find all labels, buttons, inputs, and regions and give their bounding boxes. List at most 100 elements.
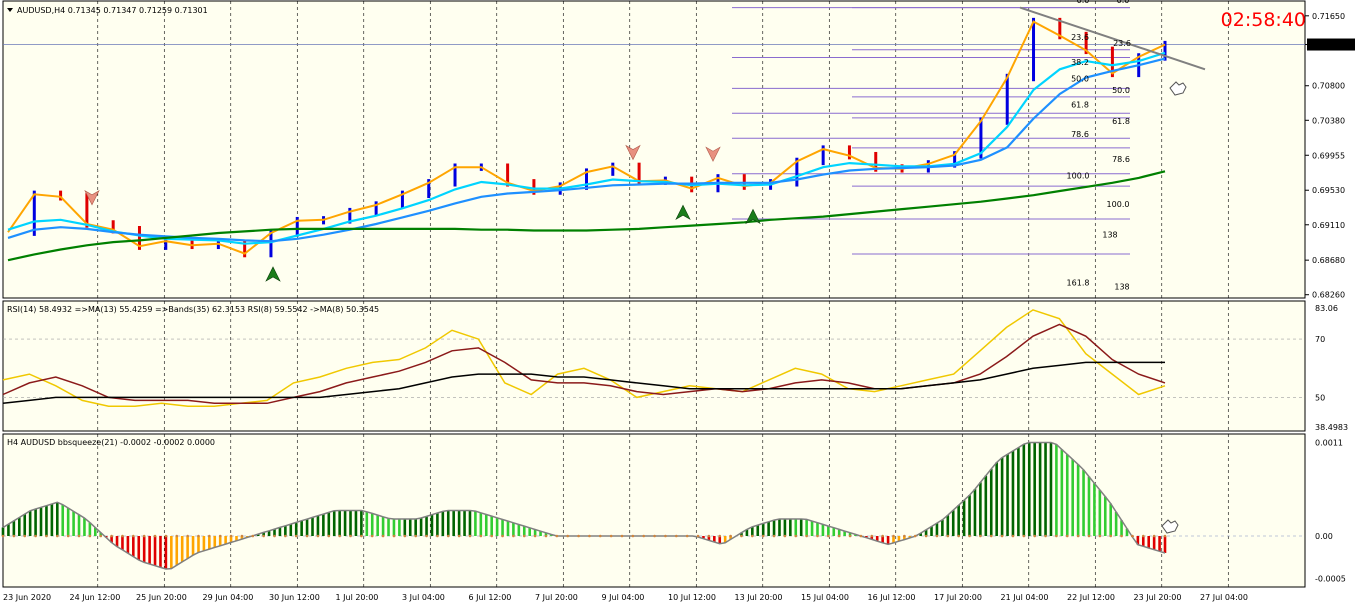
squeeze-dot: [837, 534, 841, 538]
squeeze-dot: [827, 534, 830, 538]
time-axis-label: 30 Jun 12:00: [269, 593, 320, 602]
y-tick-label: 0.69110: [1312, 221, 1345, 230]
squeeze-dot: [164, 534, 168, 538]
time-axis-label: 29 Jun 04:00: [203, 593, 254, 602]
rsi-tick-label: 83.06: [1315, 304, 1338, 313]
panel-2-frame: [2, 300, 1306, 432]
time-axis-label: 3 Jul 04:00: [402, 593, 445, 602]
time-axis-label: 7 Jul 20:00: [535, 593, 578, 602]
y-tick-label: 0.69955: [1312, 151, 1345, 160]
y-tick-label: 0.70380: [1312, 116, 1345, 125]
squeeze-dot: [436, 534, 439, 538]
fib-level-label: 0.0: [1117, 0, 1130, 5]
squeeze-dot: [12, 534, 16, 538]
symbol-info-text: AUDUSD,H4 0.71345 0.71347 0.71259 0.7130…: [17, 6, 208, 15]
time-axis-label: 9 Jul 04:00: [602, 593, 645, 602]
squeeze-dot: [870, 534, 874, 538]
squeeze-dot: [598, 534, 602, 538]
squeeze-dot: [924, 534, 928, 538]
squeeze-dot: [989, 534, 993, 538]
time-axis-label: 15 Jul 04:00: [801, 593, 849, 602]
squeeze-dot: [1152, 534, 1156, 538]
squeeze-dot: [349, 534, 352, 538]
squeeze-dot: [1131, 534, 1134, 538]
squeeze-dot: [707, 534, 711, 538]
panel-1-frame: [2, 0, 1306, 299]
squeeze-dot: [946, 534, 950, 538]
squeeze-dot: [664, 534, 667, 538]
time-axis-label: 13 Jul 20:00: [735, 593, 783, 602]
squeeze-dot: [783, 534, 787, 538]
squeeze-dot: [403, 534, 407, 538]
squeeze-dot: [262, 534, 265, 538]
current-price-label: 0.71301: [1312, 41, 1345, 50]
squeeze-dot: [501, 534, 504, 538]
fib-level-label: 161.8: [1067, 278, 1090, 287]
fib-level-label: 0.0: [1077, 0, 1090, 5]
squeeze-dot: [740, 534, 743, 538]
squeeze-dot: [555, 534, 559, 538]
fib-level-label: 78.6: [1071, 130, 1089, 139]
fib-level-label: 138: [1102, 231, 1117, 240]
squeeze-dot: [968, 534, 971, 538]
time-axis-label: 21 Jul 04:00: [1001, 593, 1049, 602]
time-axis-label: 16 Jul 12:00: [868, 593, 916, 602]
squeeze-dot: [490, 534, 493, 538]
squeeze-dot: [729, 534, 732, 538]
y-tick-label: 0.71650: [1312, 12, 1345, 21]
time-axis-label: 17 Jul 20:00: [934, 593, 982, 602]
squeeze-dot: [251, 534, 255, 538]
squeeze-dot: [903, 534, 906, 538]
candle-timer: 02:58:40: [1221, 9, 1306, 31]
squeeze-dot: [1141, 534, 1145, 538]
squeeze-dot: [360, 534, 363, 538]
squeeze-dot: [1011, 534, 1015, 538]
squeeze-dot: [99, 534, 103, 538]
squeeze-dot: [23, 534, 27, 538]
squeeze-dot: [631, 534, 635, 538]
squeeze-dot: [305, 534, 309, 538]
squeeze-dot: [284, 534, 287, 538]
squeeze-dot: [794, 534, 798, 538]
squeeze-dot: [294, 534, 298, 538]
squeeze-dot: [468, 534, 472, 538]
time-axis-label: 23 Jul 20:00: [1134, 593, 1182, 602]
fib-level-label: 50.0: [1071, 74, 1089, 83]
time-axis-label: 1 Jul 20:00: [336, 593, 379, 602]
squeeze-dot: [1120, 534, 1123, 538]
y-tick-label: 0.68260: [1312, 291, 1345, 300]
squeeze-dot: [512, 534, 515, 538]
squeeze-dot: [892, 534, 895, 538]
squeeze-dot: [45, 534, 48, 538]
squeeze-dot: [957, 534, 960, 538]
rsi-tick-label: 70: [1315, 335, 1325, 344]
trading-chart[interactable]: 0.0 0.0 23.6 23.6 38.2 50.0 50.0 61.8 61.8 78.6 78…: [0, 0, 1358, 608]
squeeze-dot: [751, 534, 754, 538]
squeeze-dot: [153, 534, 157, 538]
squeeze-dot: [609, 534, 613, 538]
squeeze-dot: [588, 534, 591, 538]
squeeze-dot: [1044, 534, 1047, 538]
squeeze-dot: [392, 534, 396, 538]
squeeze-dot: [935, 534, 939, 538]
squeeze-dot: [685, 534, 689, 538]
squeeze-dot: [121, 534, 124, 538]
squeeze-dot: [55, 534, 59, 538]
time-axis-label: 23 Jun 2020: [3, 593, 51, 602]
squeeze-dot: [1163, 534, 1167, 538]
fib-level-label: 78.6: [1112, 155, 1130, 164]
squeeze-dot: [805, 534, 808, 538]
y-tick-label: 0.68680: [1312, 256, 1345, 265]
squeeze-dot: [1076, 534, 1080, 538]
squeeze-dot: [479, 534, 483, 538]
squeeze-dot: [761, 534, 765, 538]
squeeze-tick-label: 0.0011: [1315, 439, 1343, 448]
squeeze-dot: [522, 534, 526, 538]
squeeze-dot: [1, 534, 5, 538]
squeeze-dot: [132, 534, 135, 538]
fib-level-label: 100.0: [1067, 171, 1090, 180]
squeeze-tick-label: 0.00: [1315, 532, 1333, 541]
rsi-title: RSI(14) 58.4932 =>MA(13) 55.4259 =>Bands…: [7, 305, 379, 314]
squeeze-dot: [577, 534, 580, 538]
squeeze-dot: [696, 534, 700, 538]
